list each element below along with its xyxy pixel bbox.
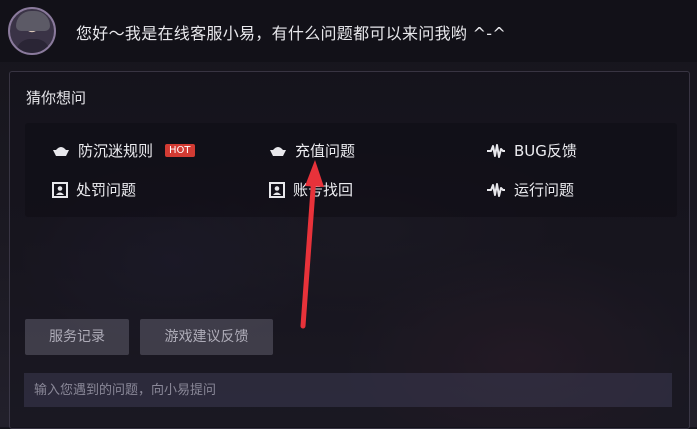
question-label: 充值问题 xyxy=(295,142,356,160)
hot-badge: HOT xyxy=(165,144,195,157)
question-recharge[interactable]: 充值问题 xyxy=(269,140,355,161)
avatar-body xyxy=(16,39,50,53)
question-runtime[interactable]: 运行问题 xyxy=(486,179,574,200)
question-account-recovery[interactable]: 账号找回 xyxy=(269,179,353,200)
portrait-frame-icon xyxy=(52,181,68,198)
question-bug-feedback[interactable]: BUG反馈 xyxy=(486,140,577,161)
question-input[interactable] xyxy=(24,373,672,407)
ingot-icon xyxy=(53,146,69,156)
ingot-icon xyxy=(270,146,286,156)
question-label: 处罚问题 xyxy=(76,181,137,199)
game-feedback-button[interactable]: 游戏建议反馈 xyxy=(140,319,273,355)
question-label: 账号找回 xyxy=(293,181,354,199)
question-penalty[interactable]: 处罚问题 xyxy=(52,179,136,200)
question-label: BUG反馈 xyxy=(514,142,577,160)
greeting-message: 您好～我是在线客服小易，有什么问题都可以来问我哟 ^-^ xyxy=(76,24,507,43)
question-label: 防沉迷规则 xyxy=(78,142,154,160)
chat-header: 您好～我是在线客服小易，有什么问题都可以来问我哟 ^-^ xyxy=(0,0,697,62)
guess-title: 猜你想问 xyxy=(26,89,87,107)
portrait-frame-icon xyxy=(269,181,285,198)
question-grid xyxy=(25,123,677,217)
avatar[interactable] xyxy=(8,7,56,55)
avatar-hair xyxy=(16,11,50,31)
waveform-icon xyxy=(487,182,505,197)
question-label: 运行问题 xyxy=(514,181,575,199)
waveform-icon xyxy=(487,143,505,158)
question-anti-addiction[interactable]: 防沉迷规则 HOT xyxy=(52,140,195,161)
service-record-button[interactable]: 服务记录 xyxy=(25,319,129,355)
